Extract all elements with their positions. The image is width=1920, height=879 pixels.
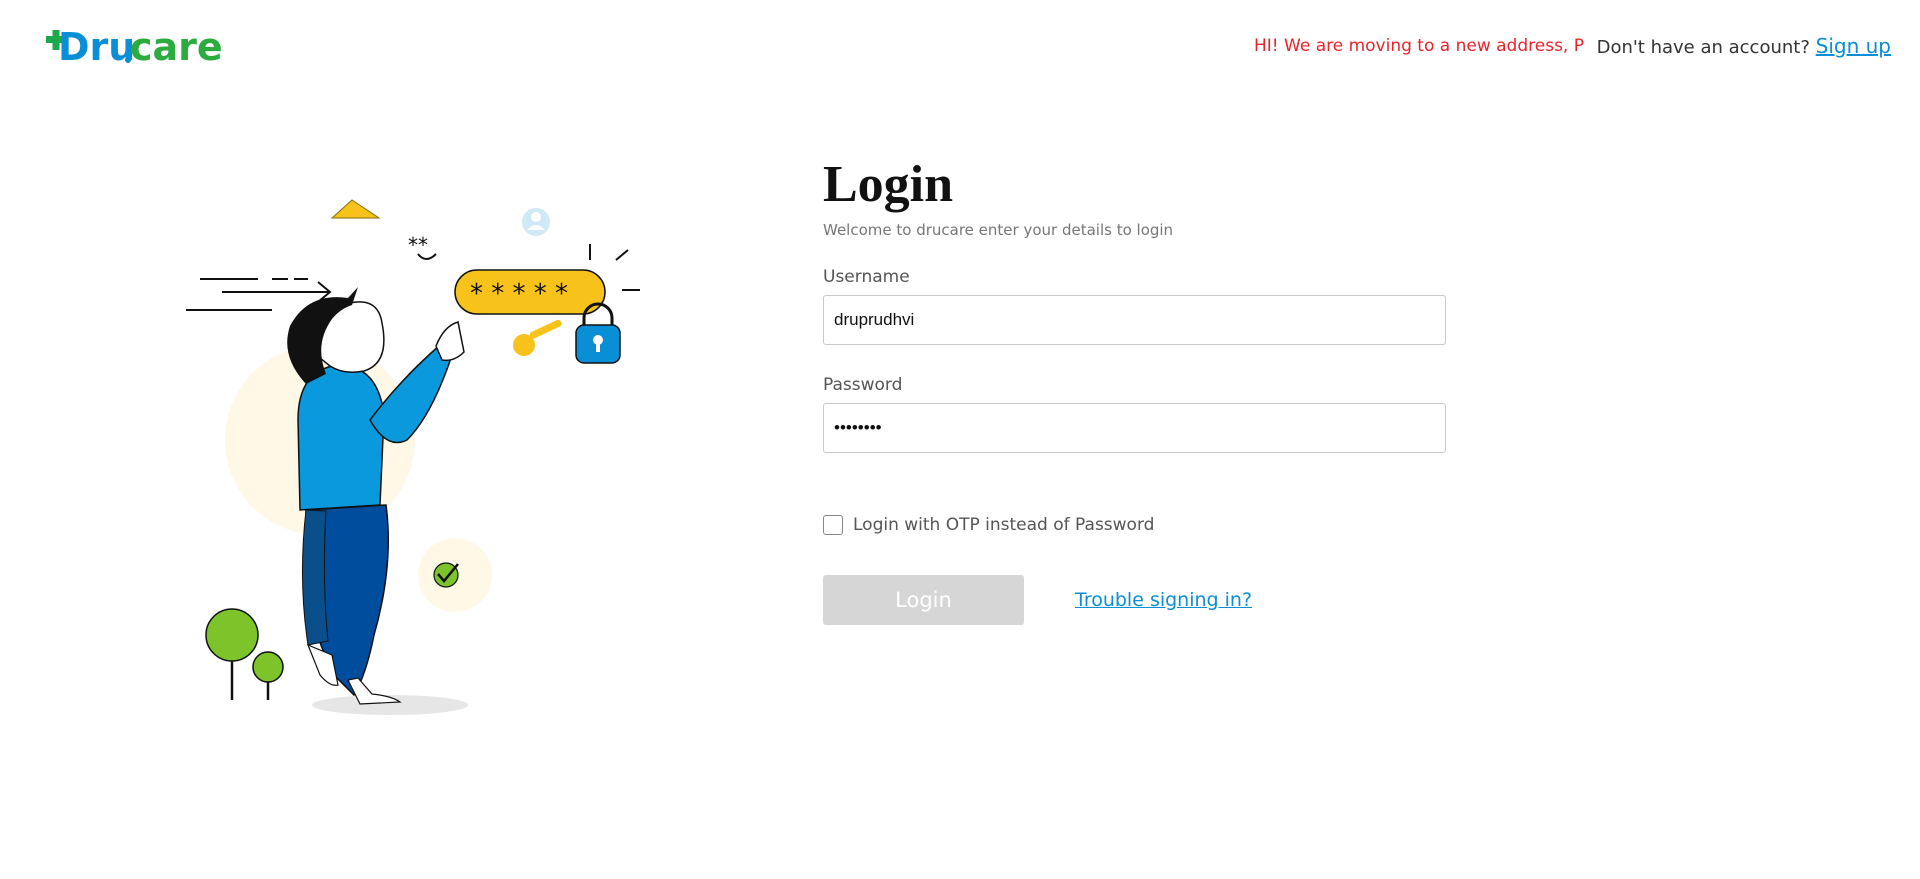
login-subtitle: Welcome to drucare enter your details to… (823, 221, 1174, 239)
login-form: Login Welcome to drucare enter your deta… (823, 155, 1448, 625)
password-input[interactable] (823, 403, 1446, 453)
account-prompt: Don't have an account? (1596, 37, 1810, 58)
svg-text:Dru: Dru (58, 25, 135, 68)
otp-option-row: Login with OTP instead of Password (823, 515, 1448, 535)
otp-checkbox[interactable] (823, 515, 843, 535)
page-title: Login (823, 156, 954, 213)
svg-text:* * * * *: * * * * * (470, 279, 568, 309)
svg-text:care: care (130, 25, 223, 68)
person-unlocking-illustration: ** * * * * * (186, 199, 640, 715)
drucare-logo-mark: Dru care (46, 25, 223, 68)
signup-area: Don't have an account? Sign up (1597, 34, 1891, 58)
signup-link[interactable]: Sign up (1816, 34, 1891, 58)
moving-notice-marquee: HI! We are moving to a new address, Plea… (1254, 36, 1584, 56)
trouble-signing-in-link[interactable]: Trouble signing in? (1075, 589, 1252, 611)
drucare-logo[interactable]: Dru care (44, 22, 234, 68)
username-input[interactable] (823, 295, 1446, 345)
password-label: Password (823, 375, 903, 395)
form-actions: Login Trouble signing in? (823, 575, 1448, 625)
otp-checkbox-label[interactable]: Login with OTP instead of Password (853, 515, 1154, 535)
login-button[interactable]: Login (823, 575, 1024, 625)
login-illustration: ** * * * * * (180, 170, 660, 730)
svg-text:**: ** (408, 233, 428, 257)
username-label: Username (823, 267, 910, 287)
